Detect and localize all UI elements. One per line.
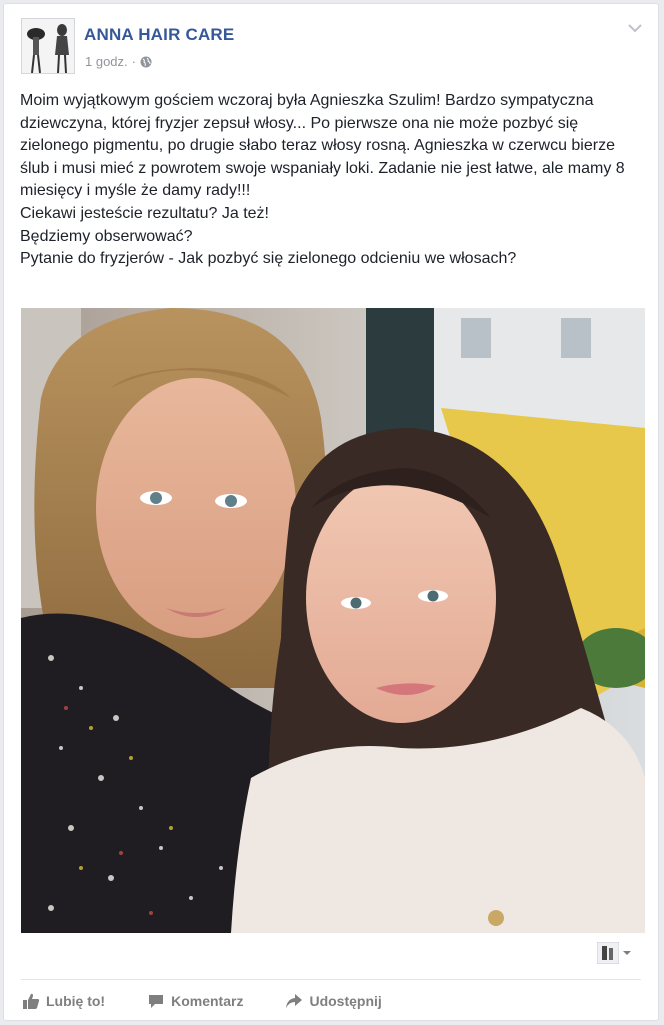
share-arrow-icon <box>286 994 303 1008</box>
post-actions-bar: Lubię to! Komentarz Udostępnij <box>22 990 424 1012</box>
dropdown-caret-icon <box>623 951 631 955</box>
post-card: ANNA HAIR CARE 1 godz. · Moim wyjątkowym… <box>3 3 659 1021</box>
actions-divider <box>21 979 641 980</box>
chevron-down-icon[interactable] <box>626 21 644 35</box>
page-avatar-small-icon <box>597 942 619 964</box>
share-label: Udostępnij <box>309 993 382 1009</box>
reaction-identity-selector[interactable] <box>597 942 632 964</box>
page-name-link[interactable]: ANNA HAIR CARE <box>84 25 234 45</box>
like-label: Lubię to! <box>46 993 106 1009</box>
thumbs-up-icon <box>23 993 40 1009</box>
page-avatar[interactable] <box>21 18 75 74</box>
like-button[interactable]: Lubię to! <box>22 992 105 1010</box>
globe-icon[interactable] <box>140 56 152 68</box>
comment-button[interactable]: Komentarz <box>147 992 243 1010</box>
meta-separator: · <box>131 54 136 69</box>
post-timestamp[interactable]: 1 godz. <box>85 54 128 69</box>
post-text: Moim wyjątkowym gościem wczoraj była Agn… <box>20 92 625 268</box>
share-button[interactable]: Udostępnij <box>285 992 382 1010</box>
comment-label: Komentarz <box>171 993 244 1009</box>
post-meta: 1 godz. · <box>85 54 152 69</box>
post-photo[interactable] <box>21 308 645 933</box>
speech-bubble-icon <box>149 995 164 1008</box>
